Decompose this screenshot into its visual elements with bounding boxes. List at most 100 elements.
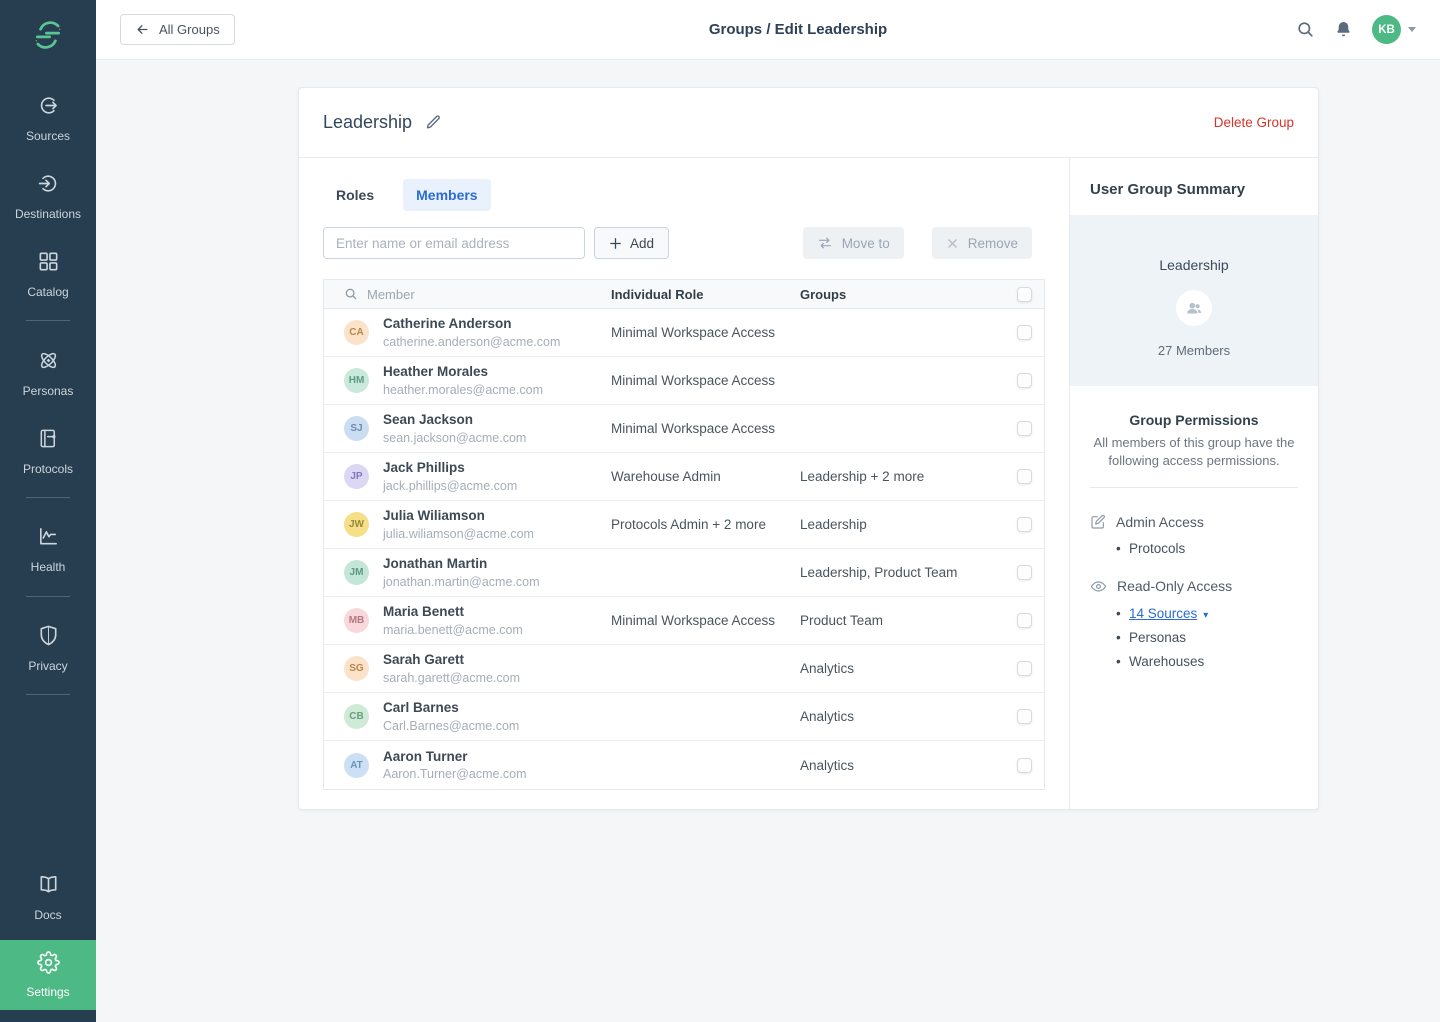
chevron-down-icon[interactable]: ▾ — [1203, 610, 1208, 621]
row-checkbox[interactable] — [1017, 469, 1032, 484]
sources-count-link[interactable]: 14 Sources — [1129, 606, 1197, 621]
avatar: AT — [344, 753, 369, 778]
add-button-label: Add — [630, 236, 654, 251]
user-menu[interactable]: KB — [1372, 15, 1416, 44]
plus-icon — [609, 237, 622, 250]
tab-members[interactable]: Members — [403, 179, 490, 211]
list-item: Warehouses — [1116, 654, 1298, 669]
summary-hero: Leadership 27 Members — [1070, 215, 1318, 386]
row-checkbox[interactable] — [1017, 373, 1032, 388]
member-email: Carl.Barnes@acme.com — [383, 719, 519, 733]
member-email: julia.wiliamson@acme.com — [383, 527, 534, 541]
table-header: Member Individual Role Groups — [324, 280, 1044, 309]
groups-header: Groups — [800, 287, 1004, 302]
sidebar-divider — [26, 497, 70, 498]
avatar: SJ — [344, 416, 369, 441]
members-pane: Roles Members Add — [299, 158, 1069, 809]
member-search-input[interactable] — [323, 227, 585, 259]
edit-square-icon — [1090, 514, 1106, 530]
group-permissions: Group Permissions All members of this gr… — [1070, 386, 1318, 695]
arrow-left-icon — [135, 22, 150, 37]
sidebar-item-label: Sources — [26, 129, 70, 143]
table-row: SJ Sean Jackson sean.jackson@acme.com Mi… — [324, 405, 1044, 453]
delete-group-button[interactable]: Delete Group — [1214, 115, 1294, 130]
sidebar-item-destinations[interactable]: Destinations — [0, 172, 96, 221]
row-checkbox[interactable] — [1017, 565, 1032, 580]
member-email: jonathan.martin@acme.com — [383, 575, 540, 589]
brand-logo-icon[interactable] — [0, 18, 96, 52]
row-checkbox[interactable] — [1017, 421, 1032, 436]
sidebar-item-label: Health — [31, 560, 66, 574]
health-icon — [37, 525, 60, 553]
privacy-shield-icon — [37, 624, 60, 652]
sidebar-item-personas[interactable]: Personas — [0, 349, 96, 398]
member-name: Jonathan Martin — [383, 556, 540, 573]
notifications-bell-icon[interactable] — [1334, 20, 1353, 39]
member-email: maria.benett@acme.com — [383, 623, 523, 637]
member-role: Minimal Workspace Access — [611, 613, 800, 628]
member-name: Jack Phillips — [383, 460, 517, 477]
group-avatar — [1176, 290, 1212, 326]
sidebar-item-docs[interactable]: Docs — [0, 873, 96, 922]
readonly-access-label: Read-Only Access — [1117, 578, 1232, 594]
sidebar-item-catalog[interactable]: Catalog — [0, 250, 96, 299]
sidebar-item-privacy[interactable]: Privacy — [0, 624, 96, 673]
avatar: CB — [344, 704, 369, 729]
settings-gear-icon — [37, 951, 60, 979]
member-name: Heather Morales — [383, 364, 543, 381]
row-checkbox[interactable] — [1017, 325, 1032, 340]
move-to-button[interactable]: Move to — [803, 227, 904, 259]
row-checkbox[interactable] — [1017, 758, 1032, 773]
add-member-button[interactable]: Add — [594, 227, 669, 259]
personas-icon — [37, 349, 60, 377]
remove-button-label: Remove — [968, 236, 1018, 251]
remove-button[interactable]: Remove — [932, 227, 1032, 259]
tab-roles[interactable]: Roles — [323, 179, 387, 211]
admin-access-list: Protocols — [1116, 541, 1298, 556]
member-email: Aaron.Turner@acme.com — [383, 767, 527, 781]
row-checkbox[interactable] — [1017, 709, 1032, 724]
page-title: Groups / Edit Leadership — [126, 21, 1440, 38]
member-name: Aaron Turner — [383, 749, 527, 766]
select-all-checkbox[interactable] — [1017, 287, 1032, 302]
sidebar-item-label: Docs — [34, 908, 61, 922]
permissions-heading: Group Permissions — [1090, 412, 1298, 428]
role-header: Individual Role — [611, 287, 800, 302]
search-icon[interactable] — [1296, 20, 1315, 39]
list-item: Protocols — [1116, 541, 1298, 556]
avatar: JW — [344, 512, 369, 537]
all-groups-back-button[interactable]: All Groups — [120, 14, 235, 45]
chevron-down-icon — [1408, 27, 1416, 32]
sidebar-divider — [26, 694, 70, 695]
permissions-description: All members of this group have the follo… — [1090, 434, 1298, 471]
topbar: Groups / Edit Leadership All Groups KB — [96, 0, 1440, 60]
table-row: AT Aaron Turner Aaron.Turner@acme.com An… — [324, 741, 1044, 789]
avatar: JM — [344, 560, 369, 585]
sidebar-item-settings[interactable]: Settings — [0, 940, 96, 1010]
row-checkbox[interactable] — [1017, 661, 1032, 676]
row-checkbox[interactable] — [1017, 517, 1032, 532]
edit-group-name-icon[interactable] — [425, 114, 442, 131]
members-toolbar: Add Move to — [323, 227, 1045, 259]
admin-access-label: Admin Access — [1116, 514, 1204, 530]
summary-title: User Group Summary — [1070, 158, 1318, 215]
member-role: Protocols Admin + 2 more — [611, 517, 800, 532]
sidebar-item-health[interactable]: Health — [0, 525, 96, 574]
eye-icon — [1090, 578, 1107, 595]
member-email: sarah.garett@acme.com — [383, 671, 520, 685]
row-checkbox[interactable] — [1017, 613, 1032, 628]
member-email: heather.morales@acme.com — [383, 383, 543, 397]
sidebar-item-protocols[interactable]: Protocols — [0, 427, 96, 476]
member-name: Sean Jackson — [383, 412, 526, 429]
avatar: KB — [1372, 15, 1401, 44]
member-groups: Analytics — [800, 661, 1004, 676]
readonly-access-row: Read-Only Access — [1090, 578, 1298, 595]
member-email: sean.jackson@acme.com — [383, 431, 526, 445]
sidebar-divider — [26, 596, 70, 597]
sidebar-item-sources[interactable]: Sources — [0, 94, 96, 143]
member-filter-header[interactable]: Member — [324, 287, 611, 302]
sources-icon — [37, 94, 60, 122]
member-name: Catherine Anderson — [383, 316, 560, 333]
close-icon — [946, 237, 959, 250]
summary-group-name: Leadership — [1070, 257, 1318, 273]
